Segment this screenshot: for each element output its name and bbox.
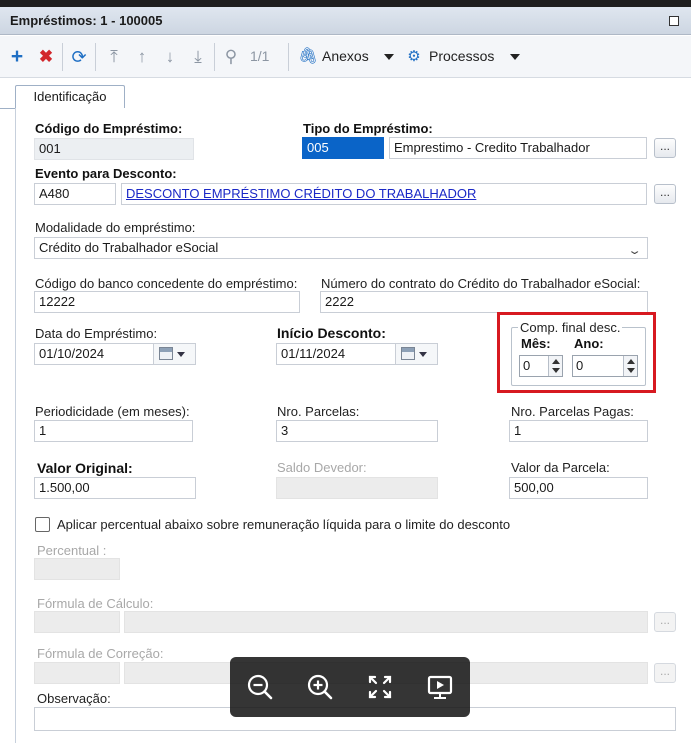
top-strip [0,0,691,7]
tipo-emprestimo-label: Tipo do Empréstimo: [303,121,433,136]
codigo-emprestimo-field[interactable]: 001 [34,138,194,160]
tab-identificacao[interactable]: Identificação [15,85,125,110]
calendar-button[interactable] [395,344,437,364]
chevron-down-icon [419,352,427,357]
first-icon[interactable]: ⤒ [103,46,125,68]
data-emprestimo-input[interactable]: 01/10/2024 [34,343,196,365]
evento-desconto-lookup-button[interactable]: ... [654,184,676,204]
evento-desconto-code-input[interactable]: A480 [34,183,116,205]
gear-icon[interactable]: ⚙ [405,46,423,68]
fullscreen-icon[interactable] [364,671,396,703]
chevron-down-icon [177,352,185,357]
search-icon[interactable]: ⚲ [220,46,242,68]
formula-correcao-label: Fórmula de Correção: [37,646,164,661]
toolbar-separator [62,43,63,71]
calendar-button[interactable] [153,344,195,364]
evento-desconto-link[interactable]: DESCONTO EMPRÉSTIMO CRÉDITO DO TRABALHAD… [121,183,647,205]
formula-correcao-lookup-button: ... [654,663,676,683]
next-icon[interactable]: ↓ [159,46,181,68]
inicio-desconto-label: Início Desconto: [277,325,386,341]
tipo-emprestimo-lookup-button[interactable]: ... [654,138,676,158]
chevron-down-icon: ⌄ [627,245,642,257]
nro-parcelas-input[interactable]: 3 [276,420,438,442]
paperclip-icon[interactable]: 🖇 [298,46,318,68]
window-title: Empréstimos: 1 - 100005 [10,13,163,28]
numero-contrato-input[interactable]: 2222 [320,291,648,313]
previous-icon[interactable]: ↑ [131,46,153,68]
formula-correcao-code [34,662,120,684]
modalidade-value: Crédito do Trabalhador eSocial [39,240,219,255]
modalidade-label: Modalidade do empréstimo: [35,220,196,235]
chevron-down-icon[interactable] [384,54,394,60]
numero-contrato-label: Número do contrato do Crédito do Trabalh… [321,276,641,291]
formula-calculo-code [34,611,120,633]
toolbar: + ✖ ⟳ ⤒ ↑ ↓ ⤓ ⚲ 1/1 🖇 Anexos ⚙ Processos [0,36,691,78]
codigo-banco-input[interactable]: 12222 [34,291,300,313]
periodicidade-input[interactable]: 1 [34,420,193,442]
image-viewer-toolbar [230,657,470,717]
evento-desconto-label: Evento para Desconto: [35,166,177,181]
valor-original-label: Valor Original: [37,460,133,476]
codigo-banco-label: Código do banco concedente do empréstimo… [35,276,298,291]
tipo-emprestimo-code-input[interactable]: 005 [302,137,384,159]
nro-parcelas-pagas-label: Nro. Parcelas Pagas: [511,404,634,419]
inicio-desconto-input[interactable]: 01/11/2024 [276,343,438,365]
aplicar-percentual-checkbox[interactable] [35,517,50,532]
modalidade-select[interactable]: Crédito do Trabalhador eSocial ⌄ [34,237,648,259]
toolbar-separator [214,43,215,71]
attachments-menu[interactable]: Anexos [322,48,369,64]
tab-bar: Identificação [0,78,691,110]
codigo-emprestimo-label: Código do Empréstimo: [35,121,183,136]
highlight-box [497,312,656,393]
zoom-in-icon[interactable] [304,671,336,703]
formula-calculo-description [124,611,648,633]
last-icon[interactable]: ⤓ [187,46,209,68]
toolbar-separator [288,43,289,71]
formula-calculo-label: Fórmula de Cálculo: [37,596,154,611]
data-emprestimo-value: 01/10/2024 [39,346,105,361]
data-emprestimo-label: Data do Empréstimo: [35,326,158,341]
page-indicator: 1/1 [250,48,270,64]
plus-icon[interactable]: + [6,46,28,68]
maximize-icon[interactable] [669,16,679,26]
valor-parcela-label: Valor da Parcela: [511,460,610,475]
chevron-down-icon[interactable] [510,54,520,60]
calendar-icon [159,347,173,360]
slideshow-icon[interactable] [424,671,456,703]
aplicar-percentual-label: Aplicar percentual abaixo sobre remunera… [57,517,511,532]
periodicidade-label: Periodicidade (em meses): [35,404,190,419]
nro-parcelas-pagas-input[interactable]: 1 [509,420,648,442]
saldo-devedor-label: Saldo Devedor: [277,460,367,475]
refresh-icon[interactable]: ⟳ [68,46,90,68]
percentual-input [34,558,120,580]
window-titlebar: Empréstimos: 1 - 100005 [0,7,691,35]
valor-original-input[interactable]: 1.500,00 [34,477,196,499]
valor-parcela-input[interactable]: 500,00 [509,477,648,499]
delete-icon[interactable]: ✖ [35,46,57,68]
saldo-devedor-field [276,477,438,499]
observacao-label: Observação: [37,691,111,706]
inicio-desconto-value: 01/11/2024 [281,346,346,361]
formula-calculo-lookup-button: ... [654,612,676,632]
nro-parcelas-label: Nro. Parcelas: [277,404,360,419]
percentual-label: Percentual : [37,543,107,558]
calendar-icon [401,347,415,360]
tipo-emprestimo-description: Emprestimo - Credito Trabalhador [389,137,647,159]
processes-menu[interactable]: Processos [429,48,494,64]
toolbar-separator [95,43,96,71]
zoom-out-icon[interactable] [244,671,276,703]
